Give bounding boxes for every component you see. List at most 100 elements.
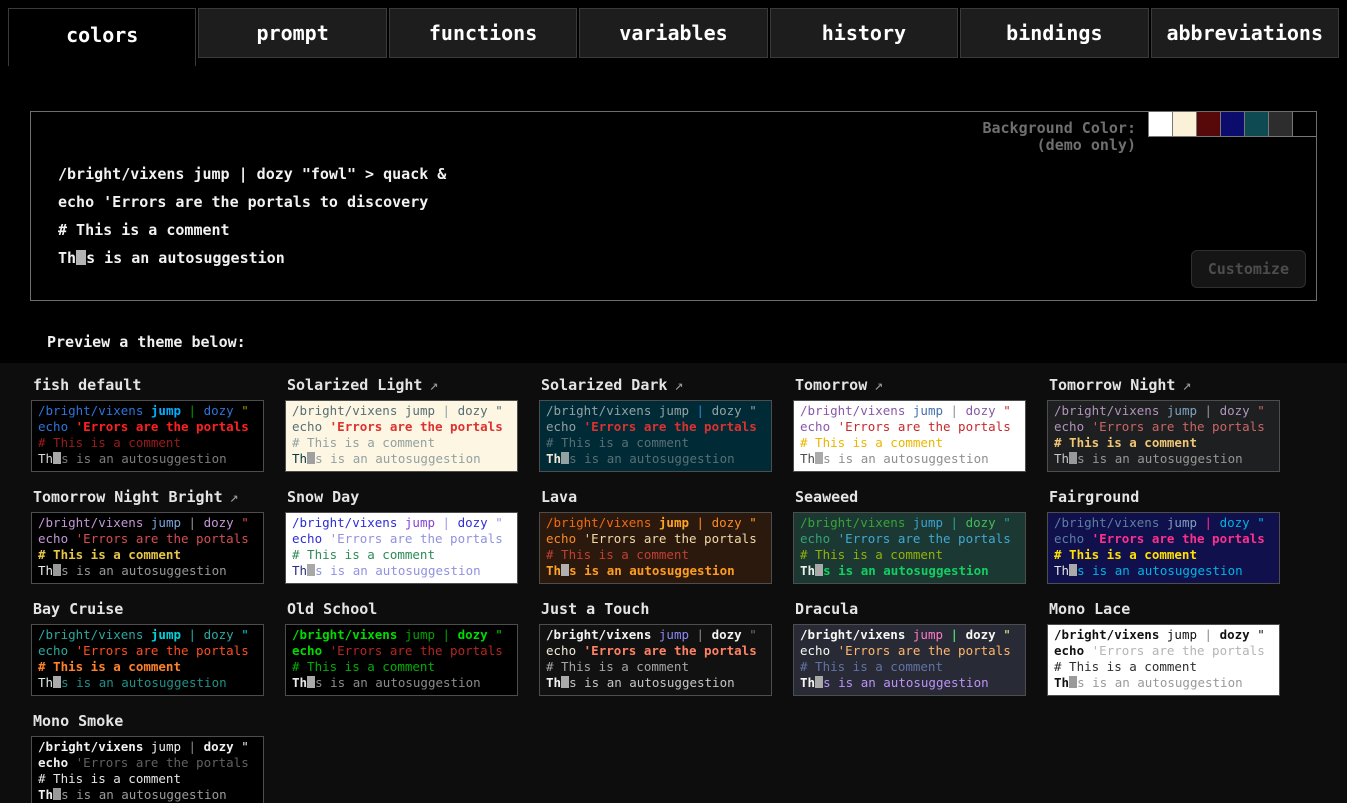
theme-title[interactable]: Solarized Dark↗	[541, 376, 772, 394]
external-link-icon[interactable]: ↗	[230, 488, 239, 506]
theme-card-mono-smoke[interactable]: Mono Smoke/bright/vixens jump | dozy "ec…	[31, 711, 264, 803]
theme-card-snow-day[interactable]: Snow Day/bright/vixens jump | dozy "echo…	[285, 487, 518, 584]
customize-button[interactable]: Customize	[1191, 250, 1306, 288]
code-token: dozy	[204, 739, 234, 754]
background-swatch-0[interactable]	[1148, 112, 1172, 136]
cursor-block	[307, 564, 315, 576]
theme-card-tomorrow-night[interactable]: Tomorrow Night↗ /bright/vixens jump | doz…	[1047, 375, 1280, 472]
theme-title[interactable]: Solarized Light ↗	[287, 376, 518, 394]
theme-preview[interactable]: /bright/vixens jump | dozy "echo 'Errors…	[1047, 512, 1280, 584]
theme-preview[interactable]: /bright/vixens jump | dozy "echo 'Errors…	[793, 624, 1026, 696]
code-token: |	[181, 739, 204, 754]
theme-card-dracula[interactable]: Dracula/bright/vixens jump | dozy "echo …	[793, 599, 1026, 696]
theme-card-seaweed[interactable]: Seaweed/bright/vixens jump | dozy "echo …	[793, 487, 1026, 584]
tab-abbreviations[interactable]: abbreviations	[1151, 8, 1339, 58]
preview-line: Ths is an autosuggestion	[800, 675, 1019, 691]
code-token: 'Errors are the portals	[76, 643, 249, 658]
theme-card-tomorrow[interactable]: Tomorrow↗ /bright/vixens jump | dozy "ech…	[793, 375, 1026, 472]
code-token: jump	[659, 515, 689, 530]
code-token: "	[1250, 515, 1265, 530]
theme-card-bay-cruise[interactable]: Bay Cruise/bright/vixens jump | dozy "ec…	[31, 599, 264, 696]
theme-preview[interactable]: /bright/vixens jump | dozy "echo 'Errors…	[793, 400, 1026, 472]
code-token: /bright/vixens	[546, 627, 659, 642]
theme-card-mono-lace[interactable]: Mono Lace/bright/vixens jump | dozy "ech…	[1047, 599, 1280, 696]
tab-bar: colorspromptfunctionsvariableshistorybin…	[0, 0, 1347, 66]
code-token: |	[181, 403, 204, 418]
theme-title[interactable]: Tomorrow↗	[795, 376, 1026, 394]
background-swatch-6[interactable]	[1292, 112, 1316, 136]
code-token: 'Errors are the portals	[838, 531, 1011, 546]
background-swatches	[1148, 112, 1316, 137]
theme-name: Solarized Light	[287, 376, 422, 394]
code-token: Th	[58, 249, 76, 267]
preview-line: /bright/vixens jump | dozy "	[800, 515, 1019, 531]
external-link-icon[interactable]: ↗	[874, 376, 883, 394]
theme-title[interactable]: Tomorrow Night Bright↗	[33, 488, 264, 506]
preview-line: Ths is an autosuggestion	[1054, 675, 1273, 691]
tab-colors[interactable]: colors	[8, 8, 196, 66]
theme-card-fish-default[interactable]: fish default/bright/vixens jump | dozy "…	[31, 375, 264, 472]
background-swatch-1[interactable]	[1172, 112, 1196, 136]
theme-card-tomorrow-night-bright[interactable]: Tomorrow Night Bright↗ /bright/vixens jum…	[31, 487, 264, 584]
preview-line: # This is a comment	[292, 659, 511, 675]
preview-line: /bright/vixens jump | dozy "	[546, 627, 765, 643]
code-token: s is an autosuggestion	[1077, 451, 1243, 466]
code-token: echo	[38, 531, 76, 546]
tab-bindings[interactable]: bindings	[960, 8, 1148, 58]
preview-line: echo 'Errors are the portals	[800, 643, 1019, 659]
code-token: # This is a comment	[38, 547, 181, 562]
preview-line: /bright/vixens jump | dozy "	[38, 627, 257, 643]
theme-preview[interactable]: /bright/vixens jump | dozy "echo 'Errors…	[285, 400, 518, 472]
code-token: jump	[151, 515, 181, 530]
theme-preview[interactable]: /bright/vixens jump | dozy "echo 'Errors…	[1047, 624, 1280, 696]
theme-card-solarized-dark[interactable]: Solarized Dark↗ /bright/vixens jump | doz…	[539, 375, 772, 472]
code-token: "	[996, 403, 1011, 418]
theme-title[interactable]: Tomorrow Night↗	[1049, 376, 1280, 394]
theme-card-lava[interactable]: Lava/bright/vixens jump | dozy "echo 'Er…	[539, 487, 772, 584]
background-swatch-4[interactable]	[1244, 112, 1268, 136]
external-link-icon[interactable]: ↗	[674, 376, 683, 394]
background-swatch-2[interactable]	[1196, 112, 1220, 136]
theme-title: Mono Lace	[1049, 600, 1280, 618]
external-link-icon[interactable]: ↗	[429, 376, 438, 394]
theme-preview[interactable]: /bright/vixens jump | dozy "echo 'Errors…	[539, 512, 772, 584]
code-token: jump	[913, 627, 943, 642]
theme-preview[interactable]: /bright/vixens jump | dozy "echo 'Errors…	[31, 736, 264, 803]
code-token: # This is a comment	[546, 659, 689, 674]
external-link-icon[interactable]: ↗	[1182, 376, 1191, 394]
theme-preview[interactable]: /bright/vixens jump | dozy "echo 'Errors…	[31, 512, 264, 584]
theme-card-old-school[interactable]: Old School/bright/vixens jump | dozy "ec…	[285, 599, 518, 696]
theme-preview[interactable]: /bright/vixens jump | dozy "echo 'Errors…	[793, 512, 1026, 584]
code-token: dozy	[966, 515, 996, 530]
theme-card-just-a-touch[interactable]: Just a Touch/bright/vixens jump | dozy "…	[539, 599, 772, 696]
background-swatch-3[interactable]	[1220, 112, 1244, 136]
theme-preview[interactable]: /bright/vixens jump | dozy "echo 'Errors…	[285, 624, 518, 696]
tab-variables[interactable]: variables	[579, 8, 767, 58]
tab-prompt[interactable]: prompt	[198, 8, 386, 58]
code-token: s is an autosuggestion	[61, 787, 227, 802]
tab-functions[interactable]: functions	[389, 8, 577, 58]
code-token: 'Errors are the portals	[584, 419, 757, 434]
tab-history[interactable]: history	[770, 8, 958, 58]
theme-preview[interactable]: /bright/vixens jump | dozy "echo 'Errors…	[31, 400, 264, 472]
background-swatch-5[interactable]	[1268, 112, 1292, 136]
theme-preview[interactable]: /bright/vixens jump | dozy "echo 'Errors…	[539, 400, 772, 472]
code-token: jump	[913, 403, 943, 418]
theme-preview[interactable]: /bright/vixens jump | dozy "echo 'Errors…	[1047, 400, 1280, 472]
theme-preview[interactable]: /bright/vixens jump | dozy "echo 'Errors…	[31, 624, 264, 696]
code-token: |	[181, 515, 204, 530]
preview-line: /bright/vixens jump | dozy "	[292, 627, 511, 643]
preview-line: /bright/vixens jump | dozy "	[1054, 403, 1273, 419]
theme-preview[interactable]: /bright/vixens jump | dozy "echo 'Errors…	[539, 624, 772, 696]
preview-line: /bright/vixens jump | dozy "	[546, 515, 765, 531]
code-token: jump	[1167, 403, 1197, 418]
code-token: Th	[800, 451, 815, 466]
theme-preview[interactable]: /bright/vixens jump | dozy "echo 'Errors…	[285, 512, 518, 584]
code-token: Th	[38, 563, 53, 578]
theme-name: fish default	[33, 376, 141, 394]
theme-card-fairground[interactable]: Fairground/bright/vixens jump | dozy "ec…	[1047, 487, 1280, 584]
code-token: s is an autosuggestion	[315, 563, 481, 578]
code-token: /bright/vixens	[800, 627, 913, 642]
theme-card-solarized-light[interactable]: Solarized Light ↗ /bright/vixens jump | do…	[285, 375, 518, 472]
code-token: /bright/vixens	[292, 627, 405, 642]
